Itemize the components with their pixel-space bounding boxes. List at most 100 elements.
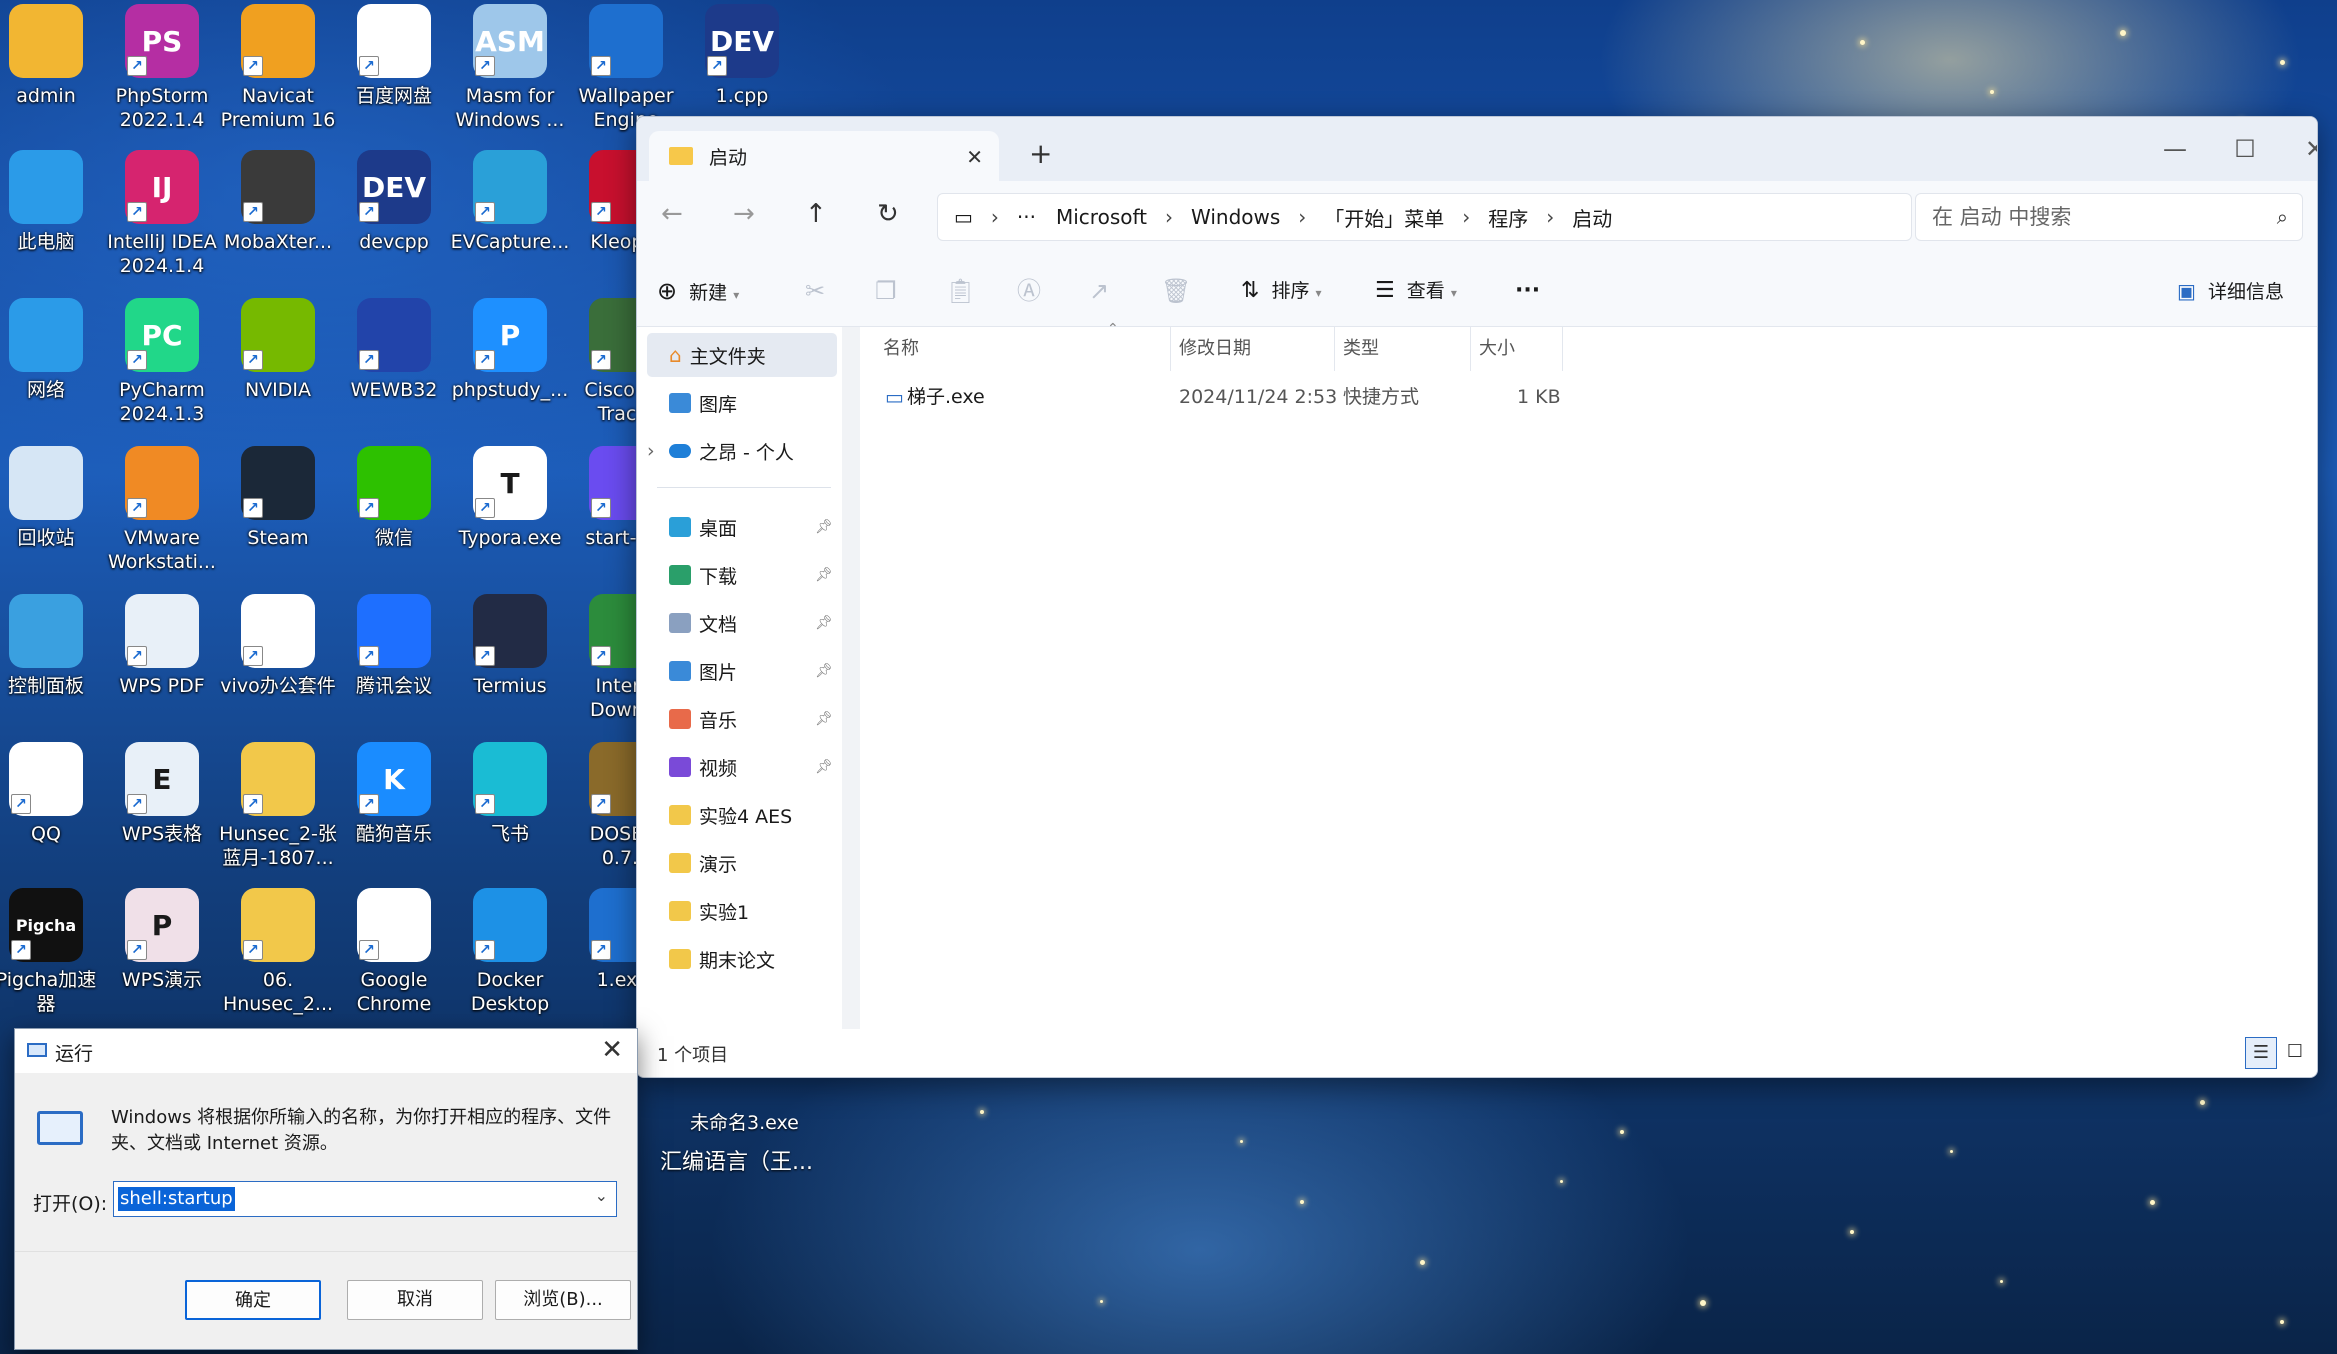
chevron-right-icon[interactable]: › — [647, 440, 655, 462]
nav-item-quick-access[interactable]: 期末论文 — [647, 937, 837, 981]
nav-item-quick-access[interactable]: 实验4 AES — [647, 793, 837, 837]
share-icon[interactable]: ↗ — [1089, 255, 1109, 327]
view-button[interactable]: ☰ 查看 ▾ — [1375, 255, 1457, 327]
nav-item-quick-access[interactable]: 图片 📌︎ — [647, 649, 837, 693]
column-header-type[interactable]: 类型 — [1335, 327, 1471, 371]
cut-icon[interactable]: ✂ — [805, 255, 825, 327]
paste-icon[interactable]: 📋︎ — [945, 255, 975, 327]
desktop-icon[interactable]: ↗ Google Chrome — [338, 888, 450, 1028]
column-header-modified[interactable]: 修改日期 — [1171, 327, 1335, 371]
browse-button[interactable]: 浏览(B)... — [495, 1280, 631, 1320]
desktop-icon[interactable]: 控制面板 — [0, 594, 102, 734]
search-input[interactable]: 在 启动 中搜索 ⌕ — [1915, 193, 2303, 241]
nav-item-home[interactable]: ⌂ 主文件夹 — [647, 333, 837, 377]
desktop-icon[interactable]: ↗ 百度网盘 — [338, 4, 450, 144]
details-view-icon[interactable]: ☰ — [2245, 1037, 2277, 1069]
refresh-icon[interactable]: ↻ — [877, 199, 899, 229]
ok-button[interactable]: 确定 — [185, 1280, 321, 1320]
nav-item-quick-access[interactable]: 下载 📌︎ — [647, 553, 837, 597]
breadcrumb-item[interactable]: Windows — [1191, 205, 1280, 229]
pin-icon[interactable]: 📌︎ — [815, 711, 833, 727]
forward-arrow-icon[interactable]: → — [733, 199, 755, 229]
desktop-icon[interactable]: ↗ MobaXter... — [222, 150, 334, 290]
nav-item-quick-access[interactable]: 音乐 📌︎ — [647, 697, 837, 741]
desktop-icon[interactable]: ↗ Navicat Premium 16 — [221, 4, 335, 144]
tab-startup[interactable]: 启动 ✕ — [649, 131, 999, 181]
breadcrumb-item[interactable]: 启动 — [1572, 203, 1612, 232]
desktop-icon[interactable]: K ↗ 酷狗音乐 — [338, 742, 450, 882]
nav-item-onedrive[interactable]: › 之昂 - 个人 — [647, 429, 837, 473]
breadcrumb-item[interactable]: 「开始」菜单 — [1324, 203, 1444, 232]
desktop-icon[interactable]: T ↗ Typora.exe — [454, 446, 566, 586]
rename-icon[interactable]: Ⓐ — [1017, 255, 1041, 327]
new-tab-button[interactable]: + — [1029, 137, 1052, 170]
table-row[interactable]: ▭ 梯子.exe 2024/11/24 2:53 快捷方式 1 KB — [875, 377, 1875, 417]
back-arrow-icon[interactable]: ← — [661, 199, 683, 229]
desktop-icon[interactable]: ↗ WPS PDF — [106, 594, 218, 734]
nav-item-quick-access[interactable]: 视频 📌︎ — [647, 745, 837, 789]
pin-icon[interactable]: 📌︎ — [815, 759, 833, 775]
desktop-icon[interactable]: ↗ 腾讯会议 — [338, 594, 450, 734]
run-command-value[interactable]: shell:startup — [118, 1187, 235, 1211]
desktop-icon[interactable]: admin — [0, 4, 102, 144]
desktop-icon[interactable]: ↗ 06. Hnusec_2... — [222, 888, 334, 1028]
desktop-icon[interactable]: ↗ Steam — [222, 446, 334, 586]
desktop-item-label[interactable]: 汇编语言（王... — [660, 1144, 813, 1176]
desktop-icon[interactable]: ↗ 飞书 — [454, 742, 566, 882]
desktop-icon[interactable]: ↗ WEWB32 — [338, 298, 450, 438]
desktop-icon[interactable]: ↗ Docker Desktop — [454, 888, 566, 1028]
nav-item-quick-access[interactable]: 桌面 📌︎ — [647, 505, 837, 549]
more-options-button[interactable]: ··· — [1515, 255, 1540, 327]
breadcrumb[interactable]: ▭ › ··· Microsoft › Windows › 「开始」菜单 › 程… — [937, 193, 1912, 241]
breadcrumb-item[interactable]: Microsoft — [1056, 205, 1147, 229]
sort-button[interactable]: ⇅ 排序 ▾ — [1241, 255, 1322, 327]
desktop-icon[interactable]: ↗ VMware Workstati... — [106, 446, 218, 586]
desktop-icon[interactable]: 此电脑 — [0, 150, 102, 290]
nav-scrollbar-track[interactable] — [842, 327, 1060, 1077]
cancel-button[interactable]: 取消 — [347, 1280, 483, 1320]
desktop-icon[interactable]: P ↗ phpstudy_... — [452, 298, 568, 438]
desktop-icon[interactable]: ↗ EVCapture... — [451, 150, 569, 290]
desktop-icon[interactable]: Pigcha ↗ Pigcha加速 器 — [0, 888, 102, 1028]
nav-item-quick-access[interactable]: 实验1 — [647, 889, 837, 933]
computer-icon[interactable]: ▭ — [954, 205, 973, 229]
nav-item-quick-access[interactable]: 文档 📌︎ — [647, 601, 837, 645]
breadcrumb-item[interactable]: 程序 — [1488, 203, 1528, 232]
copy-icon[interactable]: ❐ — [875, 255, 897, 327]
up-arrow-icon[interactable]: ↑ — [805, 199, 827, 229]
desktop-icon[interactable]: ↗ Hunsec_2-张 蓝月-1807... — [219, 742, 337, 882]
desktop-icon[interactable]: ↗ QQ — [0, 742, 102, 882]
minimize-button[interactable]: — — [2145, 129, 2205, 169]
close-window-button[interactable]: ✕ — [2285, 129, 2317, 169]
pin-icon[interactable]: 📌︎ — [815, 663, 833, 679]
nav-item-quick-access[interactable]: 演示 — [647, 841, 837, 885]
desktop-icon[interactable]: ↗ NVIDIA — [222, 298, 334, 438]
desktop-icon[interactable]: 网络 — [0, 298, 102, 438]
desktop-icon[interactable]: ↗ vivo办公套件 — [220, 594, 336, 734]
pin-icon[interactable]: 📌︎ — [815, 519, 833, 535]
desktop-icon[interactable]: ASM ↗ Masm for Windows ... — [454, 4, 566, 144]
chevron-down-icon[interactable]: ⌄ — [595, 1186, 608, 1205]
pin-icon[interactable]: 📌︎ — [815, 567, 833, 583]
desktop-icon[interactable]: E ↗ WPS表格 — [106, 742, 218, 882]
delete-icon[interactable]: 🗑︎ — [1161, 255, 1191, 327]
close-icon[interactable]: ✕ — [601, 1035, 623, 1065]
nav-item-gallery[interactable]: 图库 — [647, 381, 837, 425]
tiles-view-icon[interactable]: ☐ — [2281, 1037, 2309, 1069]
desktop-icon[interactable]: 回收站 — [0, 446, 102, 586]
desktop-icon[interactable]: P ↗ WPS演示 — [106, 888, 218, 1028]
pin-icon[interactable]: 📌︎ — [815, 615, 833, 631]
desktop-item-label[interactable]: 未命名3.exe — [690, 1108, 799, 1135]
breadcrumb-more[interactable]: ··· — [1017, 205, 1036, 229]
desktop-icon[interactable]: ↗ 微信 — [338, 446, 450, 586]
desktop-icon[interactable]: PC ↗ PyCharm 2024.1.3 — [106, 298, 218, 438]
desktop-icon[interactable]: DEV ↗ devcpp — [338, 150, 450, 290]
run-command-input[interactable]: shell:startup ⌄ — [113, 1181, 617, 1217]
details-pane-button[interactable]: ▣ 详细信息 — [2177, 255, 2284, 327]
new-button[interactable]: ⊕ 新建 ▾ — [657, 255, 739, 327]
column-header-name[interactable]: 名称 — [875, 327, 1171, 371]
close-tab-icon[interactable]: ✕ — [966, 145, 983, 169]
desktop-icon[interactable]: PS ↗ PhpStorm 2022.1.4 — [106, 4, 218, 144]
desktop-icon[interactable]: IJ ↗ IntelliJ IDEA 2024.1.4 — [106, 150, 218, 290]
desktop-icon[interactable]: ↗ Termius — [454, 594, 566, 734]
